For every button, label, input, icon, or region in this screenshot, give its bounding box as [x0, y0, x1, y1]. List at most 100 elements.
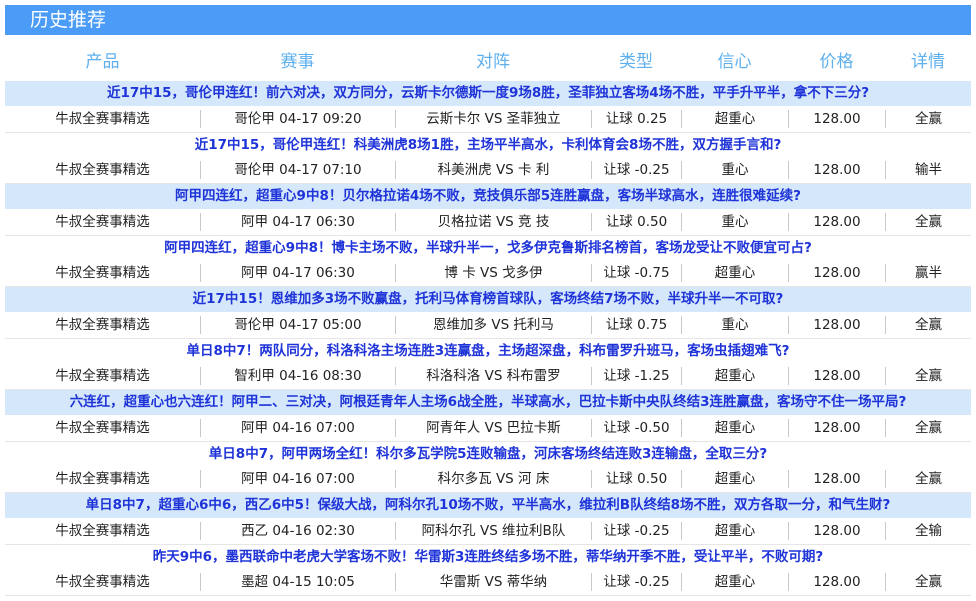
cell-product: 牛叔全赛事精选	[55, 213, 150, 230]
cell-price: 128.00	[788, 161, 885, 180]
header-price: 价格	[819, 51, 854, 72]
list-item: 单日8中7，阿甲两场全红！科尔多瓦学院5连败输盘，河床客场终结连败3连输盘，全取…	[5, 442, 971, 493]
list-item: 六连红，超重心也六连红！阿甲二、三对决，阿根廷青年人主场6战全胜，半球高水，巴拉…	[5, 390, 971, 442]
recommendation-headline-link[interactable]: 近17中15，哥伦甲连红！科美洲虎8场1胜，主场平半高水，卡利体育会8场不胜，双…	[5, 133, 971, 158]
recommendation-headline-link[interactable]: 近17中15！恩维加多3场不败赢盘，托利马体育榜首球队，客场终结7场不败，半球升…	[5, 287, 971, 312]
cell-match: 科洛科洛 VS 科布雷罗	[395, 367, 591, 386]
recommendation-headline-link[interactable]: 六连红，超重心也六连红！阿甲二、三对决，阿根廷青年人主场6战全胜，半球高水，巴拉…	[5, 390, 971, 415]
cell-price: 128.00	[788, 212, 885, 231]
cell-result[interactable]: 全赢	[885, 573, 971, 592]
cell-confidence: 重心	[681, 212, 788, 231]
list-item: 近17中15，哥伦甲连红！科美洲虎8场1胜，主场平半高水，卡利体育会8场不胜，双…	[5, 133, 971, 184]
list-item: 近17中15，哥伦甲连红！前六对决，双方同分，云斯卡尔德斯一度9场8胜，圣菲独立…	[5, 81, 971, 133]
cell-type: 让球 -0.25	[591, 573, 681, 592]
history-panel: 历史推荐 产品 赛事 对阵 类型 信心 价格 详情 近17中15，哥伦甲连红！前…	[0, 0, 976, 601]
cell-product: 牛叔全赛事精选	[55, 265, 150, 282]
cell-match: 科尔多瓦 VS 河 床	[395, 470, 591, 489]
table-row: 牛叔全赛事精选 阿甲 04-17 06:30 贝格拉诺 VS 竞 技让球 0.50 重…	[5, 209, 971, 236]
cell-confidence: 超重心	[681, 367, 788, 386]
cell-event: 阿甲 04-17 06:30	[200, 264, 395, 283]
cell-type: 让球 0.50	[591, 470, 681, 489]
cell-result[interactable]: 全赢	[885, 367, 971, 386]
cell-price: 128.00	[788, 573, 885, 592]
cell-event: 墨超 04-15 10:05	[200, 573, 395, 592]
cell-product: 牛叔全赛事精选	[55, 574, 150, 591]
cell-event: 阿甲 04-16 07:00	[200, 470, 395, 489]
cell-confidence: 超重心	[681, 521, 788, 540]
cell-type: 让球 0.50	[591, 212, 681, 231]
cell-match: 科美洲虎 VS 卡 利	[395, 161, 591, 180]
cell-type: 让球 -0.25	[591, 161, 681, 180]
cell-result[interactable]: 全赢	[885, 470, 971, 489]
cell-event: 阿甲 04-17 06:30	[200, 212, 395, 231]
cell-confidence: 超重心	[681, 418, 788, 437]
cell-product: 牛叔全赛事精选	[55, 162, 150, 179]
header-confidence: 信心	[717, 51, 752, 72]
table-row: 牛叔全赛事精选 西乙 04-16 02:30 阿科尔孔 VS 维拉利B队 让球 -0.…	[5, 518, 971, 545]
cell-confidence: 重心	[681, 315, 788, 334]
cell-match: 华雷斯 VS 蒂华纳	[395, 573, 591, 592]
cell-event: 西乙 04-16 02:30	[200, 521, 395, 540]
list-item: 单日8中7！两队同分，科洛科洛主场连胜3连赢盘，主场超深盘，科布雷罗升班马，客场…	[5, 339, 971, 390]
table-row: 牛叔全赛事精选 哥伦甲 04-17 07:10 科美洲虎 VS 卡 利让球 -0.2…	[5, 158, 971, 184]
table-row: 牛叔全赛事精选 哥伦甲 04-17 09:20 云斯卡尔 VS 圣菲独立 让球 0.2…	[5, 106, 971, 133]
header-type: 类型	[619, 51, 653, 72]
cell-match: 贝格拉诺 VS 竞 技	[395, 212, 591, 231]
recommendation-headline-link[interactable]: 阿甲四连红，超重心9中8！贝尔格拉诺4场不败，竞技俱乐部5连胜赢盘，客场半球高水…	[5, 184, 971, 209]
cell-confidence: 超重心	[681, 573, 788, 592]
table-header: 产品 赛事 对阵 类型 信心 价格 详情	[5, 42, 971, 76]
cell-match: 阿青年人 VS 巴拉卡斯	[395, 418, 591, 437]
cell-type: 让球 -1.25	[591, 367, 681, 386]
list-item: 昨天9中6，墨西联命中老虎大学客场不败！华雷斯3连胜终结多场不胜，蒂华纳开季不胜…	[5, 545, 971, 596]
cell-result[interactable]: 赢半	[885, 264, 971, 283]
cell-product: 牛叔全赛事精选	[55, 110, 150, 127]
table-row: 牛叔全赛事精选 阿甲 04-16 07:00 阿青年人 VS 巴拉卡斯 让球 -0.5…	[5, 415, 971, 442]
cell-product: 牛叔全赛事精选	[55, 368, 150, 385]
panel-title: 历史推荐	[5, 5, 971, 35]
list-item: 单日8中7，超重心6中6，西乙6中5！保级大战，阿科尔孔10场不败，平半高水，维…	[5, 493, 971, 545]
cell-confidence: 超重心	[681, 109, 788, 128]
recommendation-headline-link[interactable]: 单日8中7，超重心6中6，西乙6中5！保级大战，阿科尔孔10场不败，平半高水，维…	[5, 493, 971, 518]
cell-result[interactable]: 输半	[885, 161, 971, 180]
cell-result[interactable]: 全赢	[885, 418, 971, 437]
table-row: 牛叔全赛事精选 墨超 04-15 10:05 华雷斯 VS 蒂华纳 让球 -0.25 超…	[5, 570, 971, 596]
cell-price: 128.00	[788, 109, 885, 128]
cell-match: 云斯卡尔 VS 圣菲独立	[395, 109, 591, 128]
cell-result[interactable]: 全赢	[885, 109, 971, 128]
cell-type: 让球 -0.75	[591, 264, 681, 283]
header-event: 赛事	[280, 51, 315, 72]
cell-product: 牛叔全赛事精选	[55, 316, 150, 333]
table-row: 牛叔全赛事精选 哥伦甲 04-17 05:00 恩维加多 VS 托利马 让球 0.75…	[5, 312, 971, 339]
list-item: 阿甲四连红，超重心9中8！贝尔格拉诺4场不败，竞技俱乐部5连胜赢盘，客场半球高水…	[5, 184, 971, 236]
cell-match: 博 卡 VS 戈多伊	[395, 264, 591, 283]
cell-type: 让球 -0.25	[591, 521, 681, 540]
cell-match: 恩维加多 VS 托利马	[395, 315, 591, 334]
recommendation-headline-link[interactable]: 昨天9中6，墨西联命中老虎大学客场不败！华雷斯3连胜终结多场不胜，蒂华纳开季不胜…	[5, 545, 971, 570]
recommendation-headline-link[interactable]: 单日8中7，阿甲两场全红！科尔多瓦学院5连败输盘，河床客场终结连败3连输盘，全取…	[5, 442, 971, 467]
cell-confidence: 重心	[681, 161, 788, 180]
cell-price: 128.00	[788, 367, 885, 386]
cell-price: 128.00	[788, 418, 885, 437]
cell-product: 牛叔全赛事精选	[55, 522, 150, 539]
cell-type: 让球 -0.50	[591, 418, 681, 437]
cell-result[interactable]: 全输	[885, 521, 971, 540]
cell-result[interactable]: 全赢	[885, 212, 971, 231]
cell-product: 牛叔全赛事精选	[55, 419, 150, 436]
header-detail: 详情	[911, 51, 945, 72]
cell-event: 哥伦甲 04-17 05:00	[200, 315, 395, 334]
cell-event: 哥伦甲 04-17 09:20	[200, 109, 395, 128]
cell-event: 哥伦甲 04-17 07:10	[200, 161, 395, 180]
recommendation-headline-link[interactable]: 单日8中7！两队同分，科洛科洛主场连胜3连赢盘，主场超深盘，科布雷罗升班马，客场…	[5, 339, 971, 364]
cell-event: 智利甲 04-16 08:30	[200, 367, 395, 386]
table-row: 牛叔全赛事精选 阿甲 04-17 06:30 博 卡 VS 戈多伊 让球 -0.75 超…	[5, 261, 971, 287]
cell-confidence: 超重心	[681, 264, 788, 283]
list-item: 近17中15！恩维加多3场不败赢盘，托利马体育榜首球队，客场终结7场不败，半球升…	[5, 287, 971, 339]
cell-result[interactable]: 全赢	[885, 315, 971, 334]
cell-price: 128.00	[788, 470, 885, 489]
recommendation-headline-link[interactable]: 阿甲四连红，超重心9中8！博卡主场不败，半球升半一，戈多伊克鲁斯排名榜首，客场龙…	[5, 236, 971, 261]
recommendation-headline-link[interactable]: 近17中15，哥伦甲连红！前六对决，双方同分，云斯卡尔德斯一度9场8胜，圣菲独立…	[5, 81, 971, 106]
cell-price: 128.00	[788, 264, 885, 283]
cell-match: 阿科尔孔 VS 维拉利B队	[395, 521, 591, 540]
cell-price: 128.00	[788, 315, 885, 334]
list-item: 阿甲四连红，超重心9中8！博卡主场不败，半球升半一，戈多伊克鲁斯排名榜首，客场龙…	[5, 236, 971, 287]
